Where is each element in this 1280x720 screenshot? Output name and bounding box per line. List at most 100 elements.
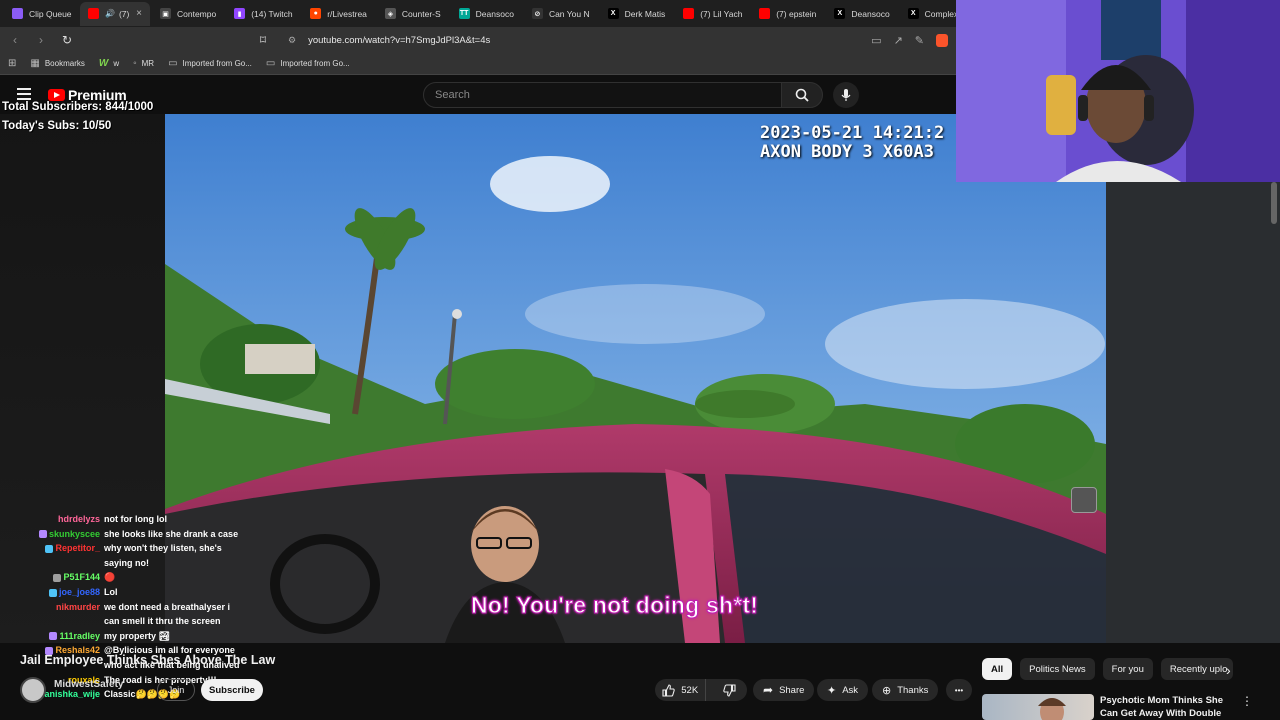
recommended-title[interactable]: Psychotic Mom Thinks She Can Get Away Wi… bbox=[1100, 694, 1240, 720]
bookmark-icon: ▦ bbox=[30, 58, 40, 69]
browser-tab[interactable]: ▣ Contempo bbox=[152, 2, 224, 26]
chat-message: hdrdelyzs not for long lol bbox=[14, 512, 276, 527]
more-vert-icon[interactable]: ⋮ bbox=[1241, 694, 1253, 708]
tab-label: (7) Lil Yach bbox=[700, 8, 743, 19]
tab-favicon-icon: ◈ bbox=[384, 8, 396, 19]
streamer-webcam bbox=[956, 0, 1280, 182]
bookmark-item[interactable]: Ww bbox=[99, 58, 119, 69]
browser-tab[interactable]: (7) Lil Yach bbox=[675, 2, 749, 26]
reload-icon[interactable]: ↻ bbox=[60, 33, 74, 47]
related-chips: All Politics News For you Recently uplo bbox=[982, 658, 1233, 680]
bookmark-page-icon[interactable]: ⌑ bbox=[256, 33, 270, 47]
url-field[interactable]: ⚙ youtube.com/watch?v=h7SmgJdPl3A&t=4s bbox=[288, 35, 490, 46]
channel-name[interactable]: MidwestSafety bbox=[54, 679, 123, 690]
today-subs-counter: Today's Subs: 10/50 bbox=[2, 120, 112, 132]
thanks-button[interactable]: ⊕ Thanks bbox=[872, 679, 939, 701]
browser-tab[interactable]: 🔊 (7) × bbox=[80, 1, 150, 26]
thumbnail-illustration bbox=[1038, 698, 1066, 720]
tab-label: r/Livestrea bbox=[327, 8, 367, 19]
search-icon bbox=[795, 88, 809, 102]
browser-tab[interactable]: ● r/Livestrea bbox=[302, 2, 375, 26]
bookmark-item[interactable]: ▭ Imported from Go... bbox=[266, 58, 350, 69]
more-actions-button[interactable]: ••• bbox=[946, 679, 972, 701]
browser-tab[interactable]: ▮ (14) Twitch bbox=[226, 2, 300, 26]
close-tab-icon[interactable]: × bbox=[130, 8, 142, 19]
chip-all[interactable]: All bbox=[982, 658, 1013, 680]
back-icon[interactable]: ‹ bbox=[8, 33, 22, 47]
thanks-icon: ⊕ bbox=[882, 684, 892, 697]
menu-icon[interactable] bbox=[17, 88, 31, 100]
subscribe-button[interactable]: Subscribe bbox=[201, 679, 263, 701]
share-button[interactable]: ➦ Share bbox=[753, 679, 815, 701]
browser-tab[interactable]: TT Deansoco bbox=[451, 2, 522, 26]
site-info-icon[interactable]: ⚙ bbox=[288, 35, 296, 46]
channel-avatar[interactable] bbox=[20, 677, 46, 703]
chat-username: joe_joe88 bbox=[14, 585, 104, 600]
browser-tab[interactable]: ◈ Counter-S bbox=[377, 2, 449, 26]
browser-tab[interactable]: Clip Queue bbox=[4, 2, 78, 26]
search-input[interactable]: Search bbox=[423, 82, 782, 108]
chat-message: joe_joe88 Lol bbox=[14, 585, 276, 600]
browser-tab[interactable]: X Derk Matis bbox=[600, 2, 674, 26]
join-button[interactable]: Join bbox=[157, 679, 195, 701]
chat-username: hdrdelyzs bbox=[14, 512, 104, 527]
chat-message-text: we dont need a breathalyser i bbox=[104, 601, 231, 612]
chat-message: 111radley my property 🏞 bbox=[14, 629, 276, 644]
chat-message-text: not for long lol bbox=[104, 514, 167, 524]
like-dislike-group: 52K bbox=[655, 679, 747, 701]
install-icon[interactable]: ▭ bbox=[871, 34, 881, 47]
like-button[interactable]: 52K bbox=[655, 679, 707, 701]
ask-button[interactable]: ✦ Ask bbox=[817, 679, 869, 701]
tab-favicon-icon: ▣ bbox=[160, 8, 171, 19]
browser-tab[interactable]: (7) epstein bbox=[751, 2, 824, 26]
tab-favicon-icon: X bbox=[607, 8, 619, 19]
url-text: youtube.com/watch?v=h7SmgJdPl3A&t=4s bbox=[308, 34, 491, 46]
speaker-icon[interactable]: 🔊 bbox=[105, 9, 115, 18]
bookmark-item[interactable]: ◦ MR bbox=[133, 58, 154, 69]
browser-tab[interactable]: ⊘ Can You N bbox=[524, 2, 598, 26]
share-page-icon[interactable]: ↗ bbox=[894, 34, 903, 47]
tab-favicon-icon bbox=[12, 8, 23, 19]
tab-favicon-icon: X bbox=[834, 8, 846, 19]
brave-shield-icon[interactable] bbox=[936, 33, 948, 47]
forward-icon[interactable]: › bbox=[34, 33, 48, 47]
edit-icon[interactable]: ✎ bbox=[915, 34, 924, 47]
apps-icon[interactable]: ⊞ bbox=[8, 58, 16, 69]
chat-message-text: she looks like she drank a case bbox=[104, 528, 239, 539]
chip-politics-news[interactable]: Politics News bbox=[1020, 658, 1095, 680]
tab-label: Deansoco bbox=[475, 8, 514, 19]
chat-badge-icon bbox=[38, 530, 47, 539]
channel-watermark[interactable] bbox=[1071, 487, 1097, 513]
more-icon: ••• bbox=[954, 685, 964, 695]
scrollbar[interactable] bbox=[1271, 182, 1277, 224]
chat-username-text: nikmurder bbox=[55, 601, 100, 612]
video-caption: No! You're not doing sh*t! bbox=[470, 592, 759, 619]
chat-message: Repetitor_ why won't they listen, she's bbox=[14, 541, 276, 556]
bookmarks-bar: ⊞ ▦ Bookmarks Ww ◦ MR ▭ Imported from Go...… bbox=[0, 53, 956, 75]
chip-for-you[interactable]: For you bbox=[1102, 658, 1153, 680]
secondary-panel bbox=[1106, 182, 1280, 643]
chat-username-text: hdrdelyzs bbox=[57, 514, 100, 524]
chat-message: can smell it thru the screen bbox=[14, 614, 276, 629]
bodycam-timestamp: 2023-05-21 14:21:2 AXON BODY 3 X60A3 bbox=[760, 123, 945, 162]
video-player[interactable]: 2023-05-21 14:21:2 AXON BODY 3 X60A3 No!… bbox=[165, 114, 1106, 643]
bookmark-item[interactable]: ▭ Imported from Go... bbox=[168, 58, 252, 69]
tab-favicon-icon bbox=[683, 8, 695, 19]
tab-favicon-icon: X bbox=[907, 8, 919, 19]
chat-username-text: skunkyscee bbox=[48, 528, 100, 539]
bookmark-item[interactable]: ▦ Bookmarks bbox=[30, 58, 84, 69]
recommended-thumbnail[interactable] bbox=[982, 694, 1094, 720]
dislike-button[interactable] bbox=[712, 683, 747, 697]
chevron-right-icon[interactable]: › bbox=[1226, 662, 1231, 678]
search-button[interactable] bbox=[781, 82, 823, 108]
video-title: Jail Employee Thinks Shes Above The Law bbox=[20, 653, 276, 667]
chat-message-text: why won't they listen, she's bbox=[104, 543, 222, 554]
voice-search-button[interactable] bbox=[833, 82, 859, 108]
chip-recently-uploaded[interactable]: Recently uplo bbox=[1160, 658, 1233, 680]
tab-label: Counter-S bbox=[401, 8, 441, 19]
chat-badge-icon bbox=[49, 632, 58, 641]
tab-label: (14) Twitch bbox=[251, 8, 293, 19]
browser-tab[interactable]: X Deansoco bbox=[826, 2, 897, 26]
chat-badge-icon bbox=[48, 588, 57, 597]
w-icon: W bbox=[98, 58, 109, 69]
